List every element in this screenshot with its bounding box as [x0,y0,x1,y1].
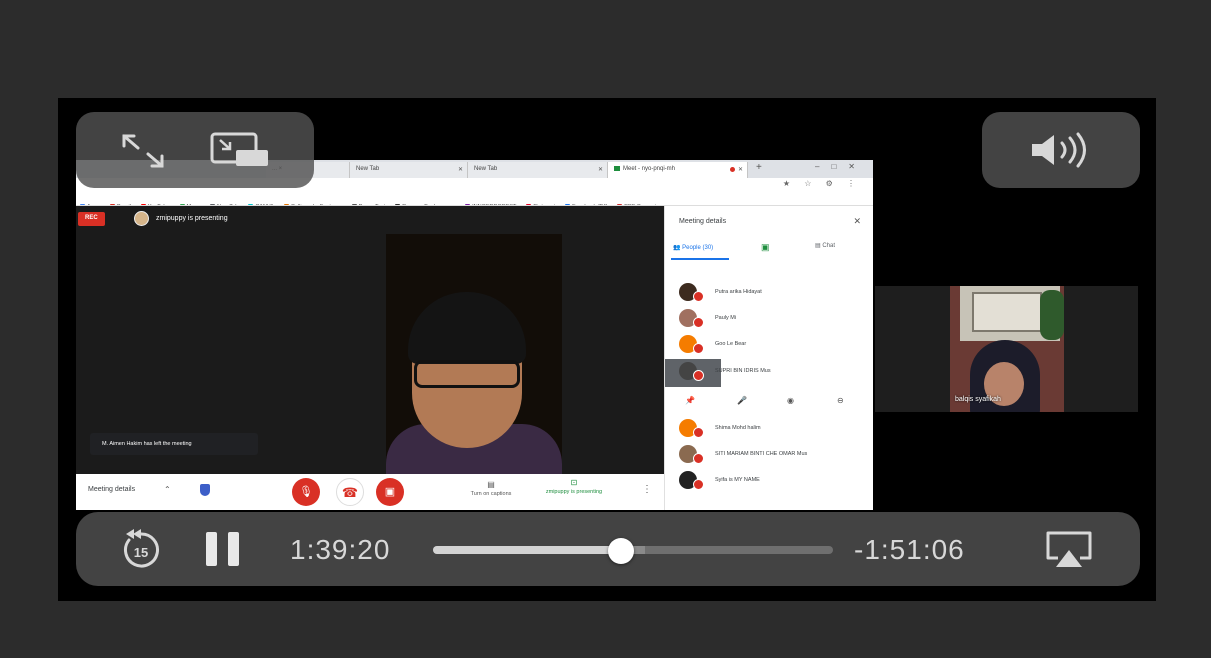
participant-name: Syifa is MY NAME [715,477,760,483]
pause-bar-left [206,532,217,566]
mic-icon: 🎤 [737,396,747,405]
elapsed-time: 1:39:20 [290,534,391,565]
more-options-icon: ⋮ [642,484,652,495]
close-icon: ✕ [729,166,743,173]
tab-label: New Tab [474,166,498,172]
airplay-icon[interactable] [1044,530,1094,570]
person-hair [408,292,526,364]
activities-icon: ▣ [761,242,770,252]
top-left-controls [76,112,314,188]
presenting-status: zmipuppy is presenting [156,215,228,222]
close-icon: ✕ [457,167,463,173]
present-label: zmipuppy is presenting [545,489,603,495]
participant-actions: 📌 🎤 ◉ ⊖ [665,392,873,412]
muted-badge-icon [693,317,704,328]
active-tab-indicator [671,258,729,260]
top-right-controls [982,112,1140,188]
participant-row: Shima Mohd halim [665,416,873,444]
captions-button: ▤ Turn on captions [456,480,526,497]
shield-icon [200,484,210,496]
participant-name: Putra arika Hidayat [715,289,762,295]
panel-title: Meeting details [679,218,727,225]
participant-name: Pauly Mi [715,315,737,321]
recorded-browser-window: ... × New Tab✕ New Tab✕ Meet - nyo-pnqi-… [76,160,873,510]
presenter-camera-feed [386,234,562,474]
pause-bar-right [228,532,239,566]
participant-name: SITI MARIAM BINTI CHE OMAR Mus [715,451,808,457]
muted-badge-icon [693,453,704,464]
muted-badge-icon [693,370,704,381]
captions-icon: ▤ [487,480,495,489]
mic-off-icon: 🎙 [292,478,320,506]
video-player-frame: ... × New Tab✕ New Tab✕ Meet - nyo-pnqi-… [0,0,1211,658]
participant-name: Shima Mohd halim [715,425,761,431]
present-icon: ⊡ [570,478,578,487]
bookmarks-bar: AppsGmailYouTubeMapsNew TabCANVACalligra… [76,192,873,206]
remaining-time: -1:51:06 [854,534,965,565]
playback-controls-bar: 15 1:39:20 -1:51:06 [76,512,1140,586]
meeting-details-label: Meeting details [88,486,136,493]
muted-badge-icon [693,343,704,354]
tab-people-label: People (30) [682,245,714,251]
pause-icon[interactable] [206,532,242,568]
tab-label: New Tab [356,166,380,172]
fullscreen-icon[interactable] [120,132,166,170]
meet-stage: REC zmipuppy is presenting M. Aimen Haki… [76,206,664,474]
window-controls: –□✕ [815,162,867,171]
picture-in-picture-icon[interactable] [210,132,270,168]
skip-back-seconds: 15 [134,545,148,560]
hang-up-icon: ☎ [336,478,364,506]
meeting-details-panel: Meeting details ✕ 👥 People (30) ▣ ▤ Chat… [664,206,873,510]
present-button: ⊡ zmipuppy is presenting [544,478,604,495]
captions-label: Turn on captions [470,491,512,497]
muted-badge-icon [693,427,704,438]
participant-row: Putra arika Hidayat [665,280,873,308]
camera-off-icon: ▣ [376,478,404,506]
new-tab-icon: + [756,162,762,173]
remove-icon: ⊖ [837,396,844,405]
played-range [433,546,621,554]
close-icon: ✕ [597,167,603,173]
window-frame [972,292,1042,332]
volume-icon[interactable] [1028,132,1092,168]
participant-row: Pauly Mi [665,306,873,334]
person-glasses [414,360,520,388]
muted-badge-icon [693,479,704,490]
participant-camera-feed [950,286,1064,412]
rec-badge: REC [78,212,105,226]
tab-people: 👥 People (30) [673,245,714,251]
browser-tab-active: Meet - nyo-pnqi-mh ✕ [608,162,748,178]
participant-row: SITI MARIAM BINTI CHE OMAR Mus [665,442,873,470]
plant [1040,290,1064,340]
eye-icon: ◉ [787,396,794,405]
avatar [134,211,149,226]
tab-chat-label: Chat [822,243,836,249]
participant-name: SUPRI BIN IDRIS Mus [715,368,771,374]
browser-tab: New Tab ✕ [350,162,468,178]
participant-tile: balqis syafikah [875,286,1138,412]
participant-name: Goo Le Bear [715,341,747,347]
tab-label: Meet - nyo-pnqi-mh [623,166,676,173]
meet-icon [614,166,620,171]
participant-row: SUPRI BIN IDRIS Mus [665,359,873,387]
left-meeting-toast: M. Aimen Hakim has left the meeting [90,433,258,455]
tab-chat: ▤ Chat [815,243,836,249]
participant-row: Goo Le Bear [665,332,873,360]
muted-badge-icon [693,291,704,302]
skip-back-icon[interactable]: 15 [120,528,162,570]
chevron-up-icon: ⌃ [164,485,171,494]
close-icon: ✕ [853,216,861,226]
participant-row: Syifa is MY NAME [665,468,873,496]
pin-icon: 📌 [685,396,695,405]
browser-tab: New Tab ✕ [468,162,608,178]
scrubber-handle[interactable] [608,538,634,564]
participant-name: balqis syafikah [955,396,1001,403]
meet-toolbar: Meeting details ⌃ 🎙 ☎ ▣ ▤ Turn on caption… [76,474,664,510]
browser-toolbar-icons: ★ ☆ ⚙ ⋮ [782,179,861,188]
